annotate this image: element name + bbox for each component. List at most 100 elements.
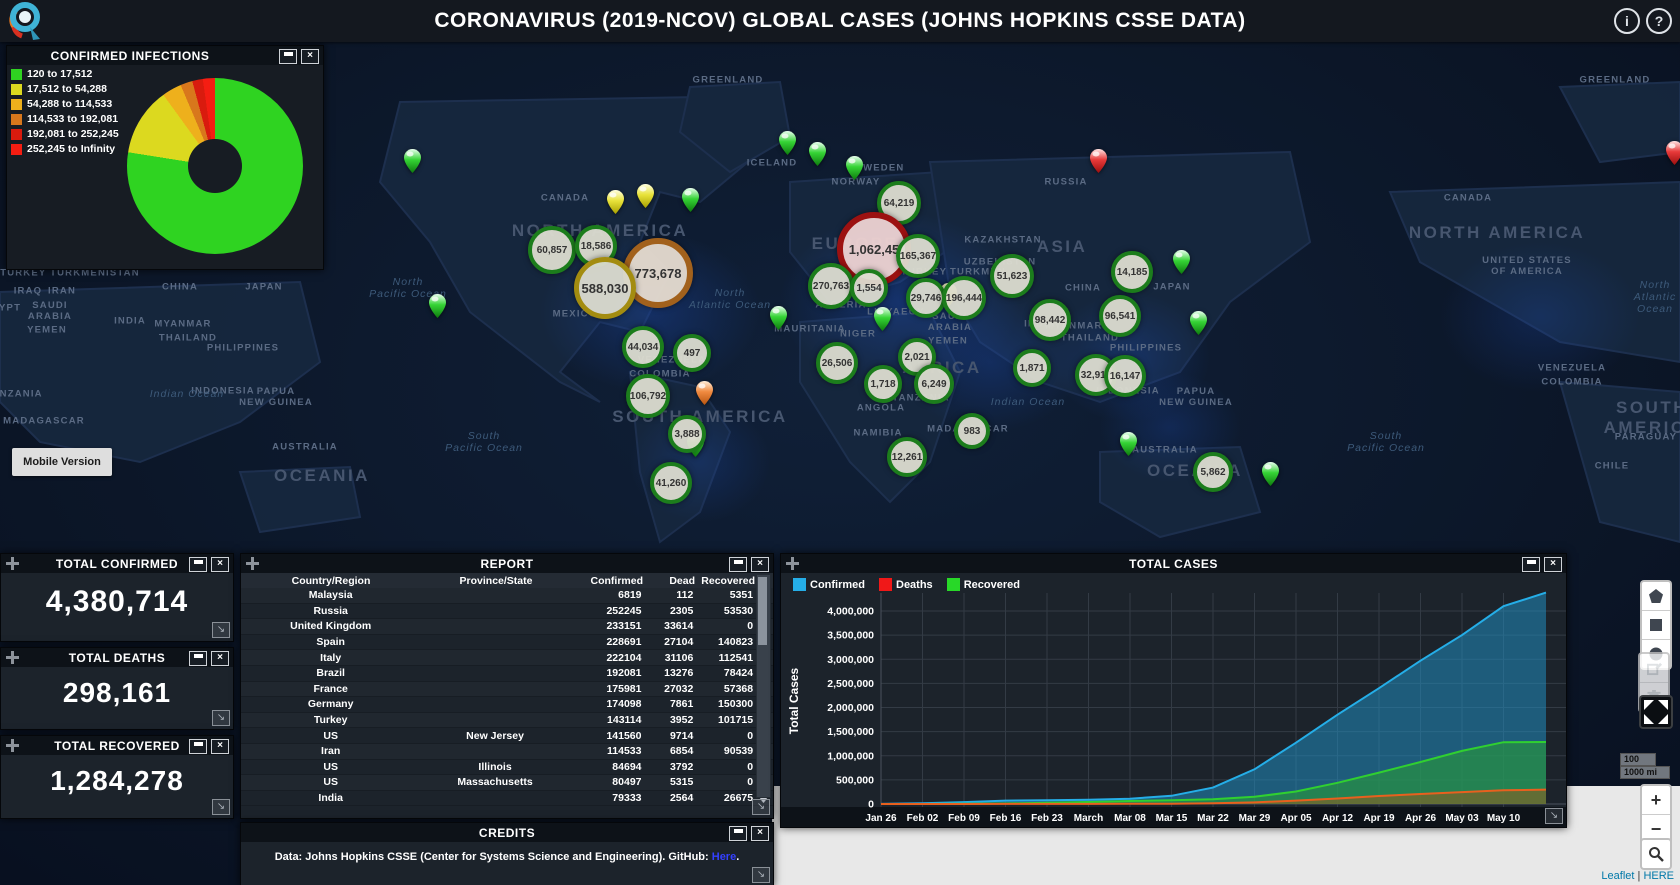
resize-handle[interactable]: ↘ <box>212 799 230 815</box>
minimize-button[interactable] <box>279 49 297 64</box>
resize-handle[interactable]: ↘ <box>212 622 230 638</box>
close-button[interactable]: × <box>211 739 229 754</box>
cluster-marker[interactable]: 96,541 <box>1099 295 1141 337</box>
table-row[interactable]: France1759812703257368 <box>241 682 773 698</box>
scrollbar-thumb[interactable] <box>758 577 767 645</box>
credits-text: Data: Johns Hopkins CSSE (Center for Sys… <box>241 851 773 863</box>
map-pin[interactable] <box>404 149 421 178</box>
cluster-marker[interactable]: 588,030 <box>574 257 636 319</box>
here-link[interactable]: HERE <box>1643 870 1674 882</box>
map-pin[interactable] <box>1120 432 1137 461</box>
cluster-marker[interactable]: 5,862 <box>1193 452 1233 492</box>
map-pin[interactable] <box>682 188 699 217</box>
move-icon[interactable] <box>246 557 259 570</box>
resize-handle[interactable]: ↘ <box>212 710 230 726</box>
table-row[interactable]: Germany1740987861150300 <box>241 697 773 713</box>
cluster-marker[interactable]: 6,249 <box>914 364 954 404</box>
cluster-marker[interactable]: 12,261 <box>887 437 927 477</box>
map-pin[interactable] <box>1190 311 1207 340</box>
resize-handle[interactable]: ↘ <box>752 867 770 883</box>
cluster-marker[interactable]: 44,034 <box>622 326 664 368</box>
map-pin[interactable] <box>809 142 826 171</box>
resize-handle[interactable]: ↘ <box>752 799 770 815</box>
table-row[interactable]: Italy22210431106112541 <box>241 650 773 666</box>
cluster-marker[interactable]: 14,185 <box>1111 251 1153 293</box>
resize-handle[interactable]: ↘ <box>1545 808 1563 824</box>
table-row[interactable]: Turkey1431143952101715 <box>241 713 773 729</box>
move-icon[interactable] <box>6 739 19 752</box>
minimize-button[interactable] <box>189 651 207 666</box>
table-cell: 0 <box>693 730 753 742</box>
table-row[interactable]: United Kingdom233151336140 <box>241 619 773 635</box>
cluster-marker[interactable]: 98,442 <box>1029 299 1071 341</box>
draw-rectangle-button[interactable] <box>1642 611 1670 640</box>
table-row[interactable]: India79333256426675 <box>241 791 773 807</box>
cluster-marker[interactable]: 3,888 <box>668 415 706 453</box>
cluster-marker[interactable]: 106,792 <box>626 374 670 418</box>
map-pin[interactable] <box>1090 149 1107 178</box>
map-pin[interactable] <box>846 156 863 185</box>
map-pin[interactable] <box>770 306 787 335</box>
minimize-button[interactable] <box>189 557 207 572</box>
close-button[interactable]: × <box>211 651 229 666</box>
close-button[interactable]: × <box>211 557 229 572</box>
map-pin[interactable] <box>696 381 713 410</box>
legend-label: 252,245 to Infinity <box>27 143 115 155</box>
minimize-button[interactable] <box>729 557 747 572</box>
map-pin[interactable] <box>607 190 624 219</box>
cluster-marker[interactable]: 29,746 <box>906 278 946 318</box>
help-icon[interactable]: ? <box>1646 8 1672 34</box>
table-row[interactable]: USIllinois8469437920 <box>241 760 773 776</box>
close-button[interactable]: × <box>751 557 769 572</box>
minimize-button[interactable] <box>729 826 747 841</box>
cluster-marker[interactable]: 165,367 <box>896 234 940 278</box>
map-pin[interactable] <box>779 131 796 160</box>
cluster-marker[interactable]: 497 <box>673 334 711 372</box>
info-icon[interactable]: i <box>1614 8 1640 34</box>
map-pin[interactable] <box>1173 250 1190 279</box>
cluster-marker[interactable]: 196,444 <box>942 276 986 320</box>
map-pin[interactable] <box>1666 141 1680 170</box>
table-row[interactable]: Iran114533685490539 <box>241 744 773 760</box>
report-scrollbar[interactable] <box>756 574 771 798</box>
cluster-marker[interactable]: 51,623 <box>990 254 1034 298</box>
zoom-in-button[interactable]: + <box>1642 786 1670 815</box>
svg-text:Apr 12: Apr 12 <box>1322 813 1354 824</box>
search-icon[interactable] <box>1642 840 1670 868</box>
table-row[interactable]: Brazil1920811327678424 <box>241 666 773 682</box>
map-pin[interactable] <box>637 184 654 213</box>
cluster-marker[interactable]: 60,857 <box>528 226 576 274</box>
cluster-marker[interactable]: 270,763 <box>808 263 854 309</box>
cluster-marker[interactable]: 16,147 <box>1104 355 1146 397</box>
move-icon[interactable] <box>786 557 799 570</box>
table-row[interactable]: USMassachusetts8049753150 <box>241 775 773 791</box>
minimize-button[interactable] <box>189 739 207 754</box>
map-pin[interactable] <box>1262 462 1279 491</box>
close-button[interactable]: × <box>1544 557 1562 572</box>
fullscreen-icon[interactable] <box>1639 695 1673 729</box>
map-pin[interactable] <box>874 307 891 336</box>
minimize-button[interactable] <box>1522 557 1540 572</box>
edit-layers-button[interactable] <box>1640 654 1668 683</box>
mobile-version-button[interactable]: Mobile Version <box>12 448 112 476</box>
table-row[interactable]: Russia252245230553530 <box>241 604 773 620</box>
table-row[interactable]: USNew Jersey14156097140 <box>241 728 773 744</box>
cluster-marker[interactable]: 983 <box>954 413 990 449</box>
report-table-body: Malaysia68191125351Russia252245230553530… <box>241 588 773 806</box>
map-pin[interactable] <box>429 294 446 323</box>
cluster-marker[interactable]: 26,506 <box>816 342 858 384</box>
cluster-marker[interactable]: 1,871 <box>1013 349 1051 387</box>
cluster-marker[interactable]: 1,554 <box>850 269 888 307</box>
move-icon[interactable] <box>6 557 19 570</box>
draw-polygon-button[interactable] <box>1642 582 1670 611</box>
cluster-marker[interactable]: 1,718 <box>864 365 902 403</box>
move-icon[interactable] <box>6 651 19 664</box>
leaflet-link[interactable]: Leaflet <box>1601 870 1634 882</box>
map-label: Indian Ocean <box>150 388 224 400</box>
cluster-marker[interactable]: 41,260 <box>650 462 692 504</box>
close-button[interactable]: × <box>301 49 319 64</box>
github-link[interactable]: Here <box>712 851 736 863</box>
table-row[interactable]: Spain22869127104140823 <box>241 635 773 651</box>
table-row[interactable]: Malaysia68191125351 <box>241 588 773 604</box>
close-button[interactable]: × <box>751 826 769 841</box>
